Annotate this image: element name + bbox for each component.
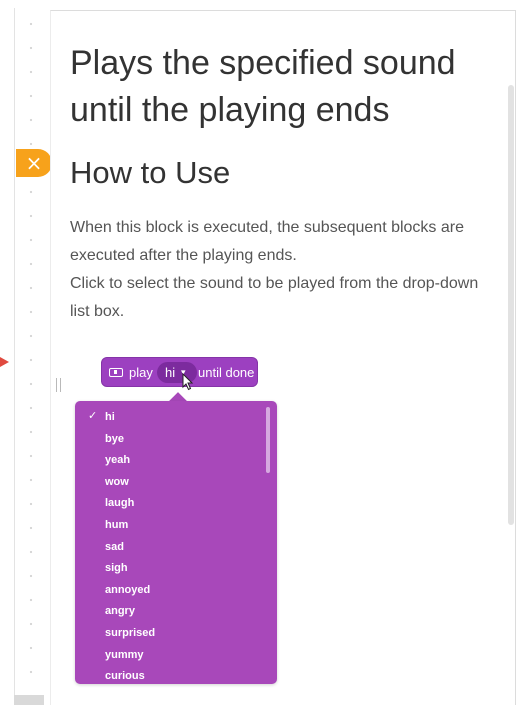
sound-icon bbox=[109, 368, 123, 377]
workspace-scrollbar[interactable] bbox=[14, 695, 44, 705]
dropdown-item-yeah[interactable]: yeah bbox=[105, 450, 130, 470]
block-until-label: until done bbox=[198, 365, 255, 380]
close-icon: × bbox=[25, 151, 43, 175]
dropdown-item-wow[interactable]: wow bbox=[105, 472, 129, 492]
help-panel-scrollbar[interactable] bbox=[508, 85, 514, 525]
dropdown-item-bye[interactable]: bye bbox=[105, 429, 124, 449]
dropdown-item-sigh[interactable]: sigh bbox=[105, 558, 128, 578]
dropdown-item-annoyed[interactable]: annoyed bbox=[105, 580, 150, 600]
dropdown-item-surprised[interactable]: surprised bbox=[105, 623, 155, 643]
description-paragraph-2: Click to select the sound to be played f… bbox=[70, 275, 479, 320]
workspace-strip bbox=[14, 8, 49, 705]
cursor-icon bbox=[182, 373, 194, 391]
dropdown-item-curious[interactable]: curious bbox=[105, 666, 145, 684]
selected-sound-value: hi bbox=[165, 365, 176, 380]
close-help-button[interactable]: × bbox=[16, 149, 52, 177]
dropdown-item-laugh[interactable]: laugh bbox=[105, 493, 134, 513]
section-heading: How to Use bbox=[70, 155, 231, 190]
pointer-arrow-icon bbox=[0, 357, 9, 367]
dropdown-item-sad[interactable]: sad bbox=[105, 537, 124, 557]
resize-handle[interactable] bbox=[56, 378, 61, 392]
dropdown-item-hum[interactable]: hum bbox=[105, 515, 128, 535]
page-title: Plays the specified sound until the play… bbox=[70, 44, 456, 129]
sound-dropdown-menu: ✓ hi bye yeah wow laugh hum sad sigh ann… bbox=[75, 401, 277, 684]
block-play-label: play bbox=[129, 365, 153, 380]
checkmark-icon: ✓ bbox=[88, 409, 98, 422]
dropdown-item-angry[interactable]: angry bbox=[105, 601, 135, 621]
dropdown-item-hi[interactable]: hi bbox=[105, 407, 115, 427]
dropdown-item-yummy[interactable]: yummy bbox=[105, 645, 144, 665]
description-paragraph-1: When this block is executed, the subsequ… bbox=[70, 219, 464, 264]
play-sound-until-done-block[interactable]: play hi ▾ until done bbox=[101, 357, 258, 387]
dropdown-scrollbar[interactable] bbox=[266, 407, 270, 473]
